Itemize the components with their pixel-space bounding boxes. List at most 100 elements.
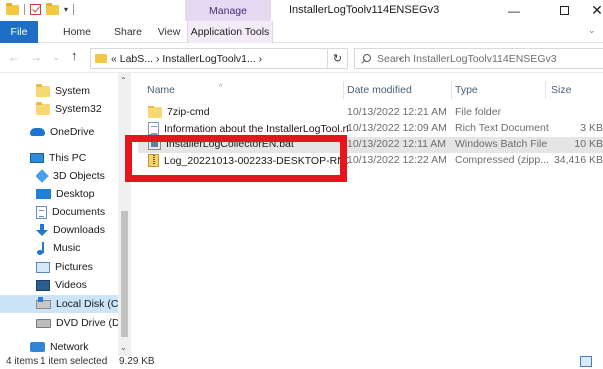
sidebar-item-music[interactable]: Music (36, 239, 118, 257)
customize-toolbar-icon[interactable]: ▾ (64, 5, 68, 14)
sidebar-item-label: Network (50, 341, 89, 353)
recent-locations-button[interactable]: ⌄ (53, 53, 60, 62)
cloud-icon (30, 128, 45, 136)
sidebar-item-this-pc[interactable]: This PC (30, 149, 118, 167)
breadcrumb[interactable]: « LabS... › InstallerLogToolv1... › (111, 53, 262, 65)
file-name-cell: Log_20221013-002233-DESKTOP-RNJPLM... (148, 154, 348, 167)
back-button[interactable]: ← (8, 50, 20, 64)
file-name: Log_20221013-002233-DESKTOP-RNJPLM... (164, 154, 348, 167)
file-date: 10/13/2022 12:22 AM (347, 154, 447, 166)
column-header-type[interactable]: Type (455, 81, 545, 99)
details-view-icon[interactable] (580, 356, 592, 367)
computer-icon (30, 153, 44, 163)
sidebar-item-pictures[interactable]: Pictures (36, 258, 118, 276)
new-folder-icon[interactable] (46, 2, 59, 15)
music-icon (36, 241, 48, 255)
folder-icon (36, 83, 50, 97)
address-bar[interactable]: « LabS... › InstallerLogToolv1... › ⌄ (90, 48, 404, 69)
dvd-drive-icon (36, 318, 51, 328)
column-divider[interactable] (343, 81, 344, 99)
sidebar-item-system[interactable]: System (36, 82, 118, 100)
file-name: InstallerLogCollectorEN.bat (166, 138, 294, 150)
selection-size: 9.29 KB (119, 356, 155, 367)
network-icon (30, 342, 45, 352)
scroll-up-arrow-icon[interactable]: ⌃ (120, 76, 127, 85)
sidebar-item-label: Pictures (55, 261, 93, 273)
file-date: 10/13/2022 12:09 AM (347, 122, 447, 134)
sidebar-item-3d-objects[interactable]: 3D Objects (36, 167, 118, 185)
file-size: 3 KB (580, 122, 603, 134)
sidebar-item-label: Desktop (56, 188, 95, 200)
sidebar-item-videos[interactable]: Videos (36, 276, 118, 294)
sidebar-item-network[interactable]: Network (30, 338, 118, 356)
quick-access-toolbar: ▾ (6, 2, 75, 15)
file-row-7zip-cmd[interactable]: 7zip-cmd 10/13/2022 12:21 AM File folder (138, 105, 603, 121)
sidebar-item-desktop[interactable]: Desktop (36, 185, 118, 203)
download-icon (36, 223, 48, 237)
address-row: ← → ⌄ ↑ « LabS... › InstallerLogToolv1..… (0, 43, 603, 73)
selection-status: 1 item selected (40, 356, 108, 367)
properties-icon[interactable] (30, 4, 41, 15)
sidebar-item-system32[interactable]: System32 (36, 100, 118, 118)
file-type: File folder (455, 106, 502, 118)
column-header-date-modified[interactable]: Date modified (347, 81, 447, 99)
file-date: 10/13/2022 12:11 AM (347, 138, 447, 150)
sidebar-item-label: DVD Drive (D:) D (56, 317, 118, 329)
expand-ribbon-icon[interactable]: ⌄ (588, 25, 596, 36)
file-row-installer-log-collector-bat[interactable]: InstallerLogCollectorEN.bat 10/13/2022 1… (138, 137, 603, 153)
refresh-button[interactable]: ↻ (328, 48, 348, 69)
nav-pane-scrollbar[interactable]: ⌃ ⌄ (118, 73, 131, 356)
tab-share[interactable]: Share (108, 21, 148, 43)
file-row-information-rtf[interactable]: Information about the InstallerLogTool.r… (138, 121, 603, 137)
maximize-button[interactable] (552, 2, 576, 19)
sidebar-item-label: This PC (49, 152, 87, 164)
sidebar-item-label: OneDrive (50, 126, 95, 138)
column-divider[interactable] (545, 81, 546, 99)
tab-home[interactable]: Home (52, 21, 102, 43)
tab-application-tools[interactable]: Application Tools (187, 21, 273, 43)
file-date: 10/13/2022 12:21 AM (347, 106, 447, 118)
sidebar-item-local-disk[interactable]: Local Disk (C:) (0, 295, 118, 313)
folder-icon (6, 2, 19, 15)
documents-icon (36, 205, 47, 219)
tab-file[interactable]: File (0, 21, 38, 43)
minimize-button[interactable]: — (502, 2, 526, 19)
tab-view[interactable]: View (152, 21, 186, 43)
column-header-size[interactable]: Size (551, 81, 601, 99)
file-type: Rich Text Document (455, 122, 549, 134)
rtf-document-icon (148, 122, 159, 135)
file-size: 34,416 KB (553, 154, 603, 166)
file-name-cell: 7zip-cmd (148, 106, 348, 118)
close-button[interactable]: ✕ (585, 2, 603, 19)
forward-button[interactable]: → (30, 50, 42, 64)
sidebar-item-label: Documents (52, 206, 106, 218)
manage-context-tab[interactable]: Manage (185, 0, 271, 21)
search-input[interactable]: Search InstallerLogToolv114ENSEGv3 (354, 48, 603, 69)
scrollbar-thumb[interactable] (121, 211, 128, 337)
file-name: 7zip-cmd (167, 106, 210, 118)
column-header-name[interactable]: Name ^ (147, 81, 347, 99)
up-button[interactable]: ↑ (71, 48, 78, 63)
sidebar-item-label: Local Disk (C:) (56, 298, 118, 310)
scroll-down-arrow-icon[interactable]: ⌄ (120, 343, 127, 352)
sidebar-item-downloads[interactable]: Downloads (36, 221, 118, 239)
sidebar-item-onedrive[interactable]: OneDrive (30, 123, 118, 141)
file-row-log-zip[interactable]: Log_20221013-002233-DESKTOP-RNJPLM... 10… (138, 153, 603, 169)
file-type: Windows Batch File (455, 138, 548, 150)
search-icon (361, 53, 371, 64)
3d-objects-icon (36, 169, 49, 183)
videos-icon (36, 279, 50, 291)
navigation-pane: System System32 OneDrive This PC 3D Obje… (0, 73, 131, 356)
item-count: 4 items (6, 356, 39, 367)
sidebar-item-label: System (55, 85, 91, 97)
sidebar-item-dvd-drive[interactable]: DVD Drive (D:) D (36, 314, 118, 332)
folder-icon (148, 106, 162, 118)
sidebar-item-label: Music (53, 242, 81, 254)
sidebar-item-label: Videos (55, 279, 87, 291)
column-divider[interactable] (451, 81, 452, 99)
toolbar-divider (24, 4, 25, 15)
sidebar-item-documents[interactable]: Documents (36, 203, 118, 221)
maximize-icon (559, 6, 569, 15)
pictures-icon (36, 261, 50, 273)
toolbar-divider (73, 4, 75, 15)
